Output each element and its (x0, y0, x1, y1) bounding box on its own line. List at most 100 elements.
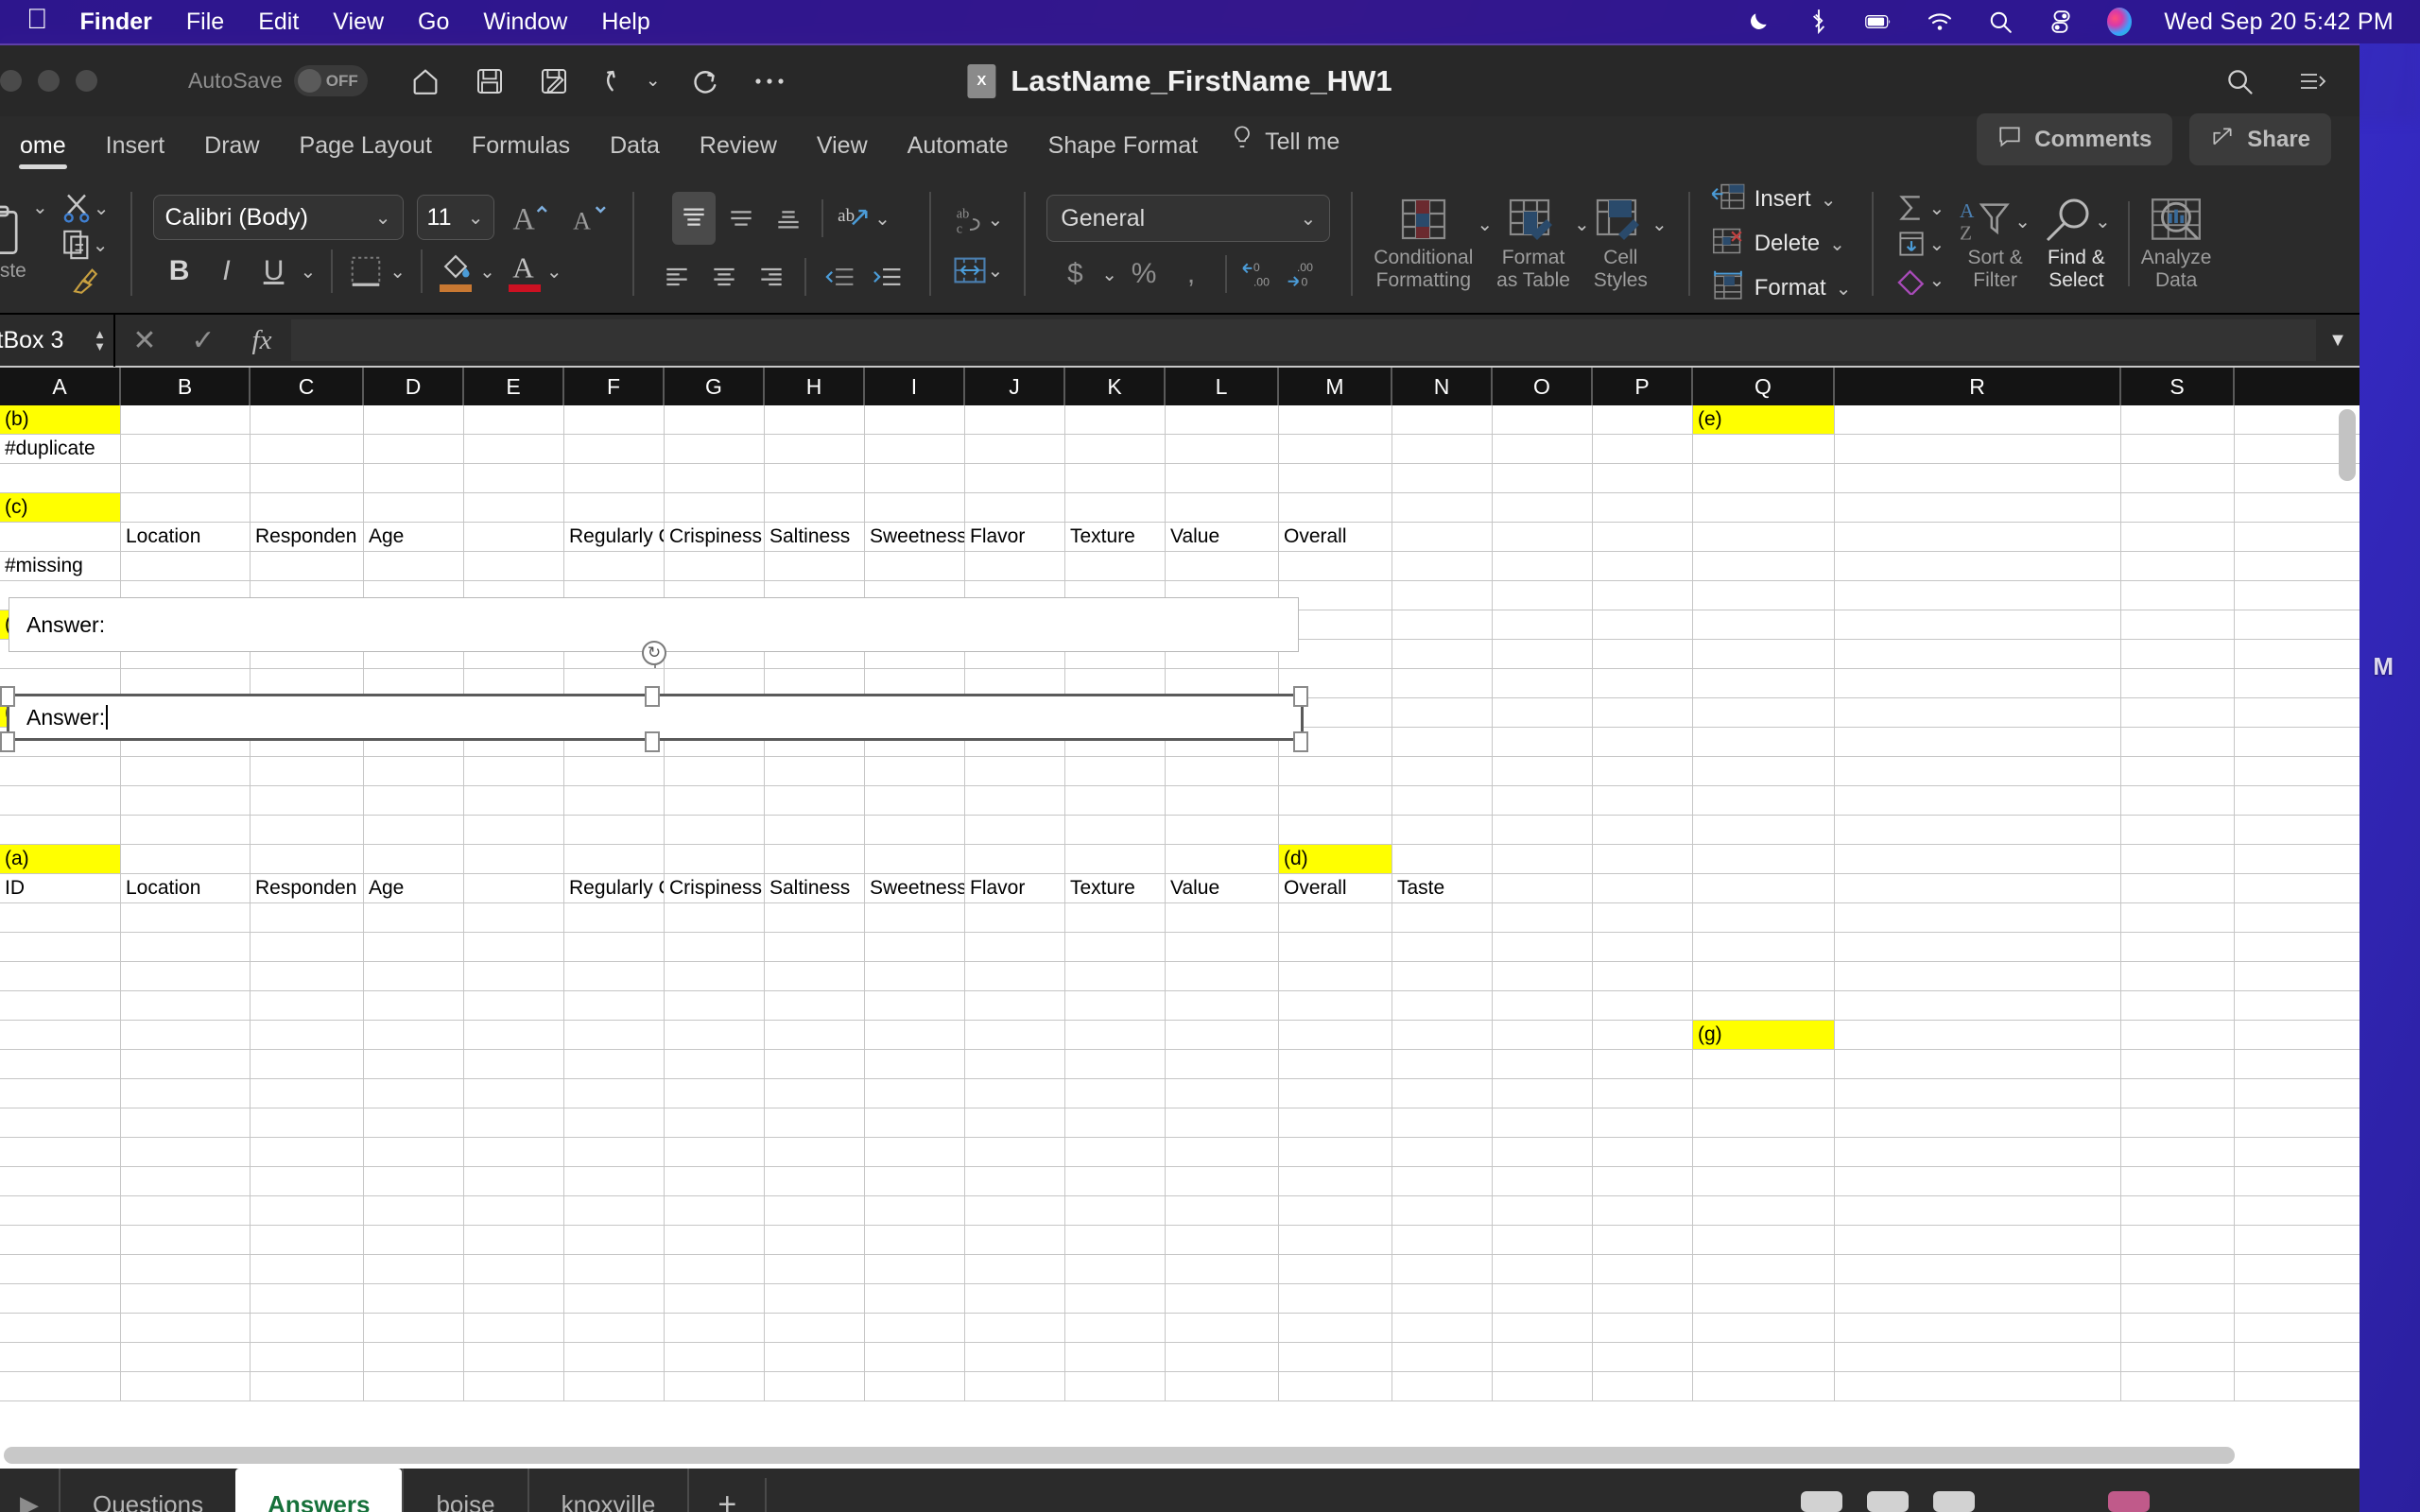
analyze-data-button[interactable]: Analyze Data (2141, 196, 2212, 291)
cell-Q23[interactable] (1693, 1050, 1835, 1078)
cell-Q3[interactable] (1693, 464, 1835, 492)
cell-S31[interactable] (2121, 1284, 2235, 1313)
cell-L19[interactable] (1166, 933, 1279, 961)
cell-J17[interactable]: Flavor (965, 874, 1065, 902)
align-center-icon[interactable] (702, 258, 746, 296)
cell-D6[interactable] (364, 552, 464, 580)
cell-S34[interactable] (2121, 1372, 2235, 1400)
cell-D21[interactable] (364, 991, 464, 1020)
cell-H6[interactable] (765, 552, 865, 580)
cell-G1[interactable] (665, 405, 765, 434)
cell-G16[interactable] (665, 845, 765, 873)
cell-S2[interactable] (2121, 435, 2235, 463)
cell-L20[interactable] (1166, 962, 1279, 990)
cell-F17[interactable]: Regularly C (564, 874, 665, 902)
cell-A3[interactable] (0, 464, 121, 492)
cell-L22[interactable] (1166, 1021, 1279, 1049)
dock-icon-1[interactable] (1801, 1491, 1842, 1512)
cell-C5[interactable]: Responden (251, 523, 364, 551)
cell-O19[interactable] (1493, 933, 1593, 961)
cell-M14[interactable] (1279, 786, 1392, 815)
control-center-icon[interactable] (2047, 8, 2075, 36)
cell-D31[interactable] (364, 1284, 464, 1313)
cell-G22[interactable] (665, 1021, 765, 1049)
cell-P6[interactable] (1593, 552, 1693, 580)
decrease-decimal-icon[interactable]: 0.00 (1240, 258, 1278, 290)
cell-E17[interactable] (464, 874, 564, 902)
cell-P11[interactable] (1593, 698, 1693, 727)
cell-B4[interactable] (121, 493, 251, 522)
column-header-h[interactable]: H (765, 368, 865, 405)
cell-J30[interactable] (965, 1255, 1065, 1283)
cell-F18[interactable] (564, 903, 665, 932)
conditional-formatting-button[interactable]: Conditional Formatting (1374, 196, 1473, 291)
cell-O28[interactable] (1493, 1196, 1593, 1225)
cell-P30[interactable] (1593, 1255, 1693, 1283)
cell-I26[interactable] (865, 1138, 965, 1166)
cell-E20[interactable] (464, 962, 564, 990)
cell-H16[interactable] (765, 845, 865, 873)
cell-N7[interactable] (1392, 581, 1493, 610)
cell-Q29[interactable] (1693, 1226, 1835, 1254)
cell-S27[interactable] (2121, 1167, 2235, 1195)
column-header-n[interactable]: N (1392, 368, 1493, 405)
cell-K5[interactable]: Texture (1065, 523, 1166, 551)
cell-H27[interactable] (765, 1167, 865, 1195)
merge-cells-icon[interactable] (952, 254, 988, 286)
cell-A28[interactable] (0, 1196, 121, 1225)
expand-formula-bar-icon[interactable]: ▼ (2316, 329, 2360, 352)
cell-O30[interactable] (1493, 1255, 1593, 1283)
cell-N17[interactable]: Taste (1392, 874, 1493, 902)
cell-A22[interactable] (0, 1021, 121, 1049)
resize-handle-bottom-center[interactable] (645, 731, 660, 752)
cell-B27[interactable] (121, 1167, 251, 1195)
cell-E14[interactable] (464, 786, 564, 815)
cell-P27[interactable] (1593, 1167, 1693, 1195)
conditional-formatting-chevron-down-icon[interactable]: ⌄ (1477, 213, 1493, 236)
cell-K21[interactable] (1065, 991, 1166, 1020)
wrap-text-chevron-down-icon[interactable]: ⌄ (988, 208, 1004, 232)
cell-F22[interactable] (564, 1021, 665, 1049)
cell-D20[interactable] (364, 962, 464, 990)
cell-N1[interactable] (1392, 405, 1493, 434)
column-header-q[interactable]: Q (1693, 368, 1835, 405)
cell-B22[interactable] (121, 1021, 251, 1049)
percent-icon[interactable]: % (1123, 258, 1165, 290)
insert-cells-button[interactable]: Insert ⌄ (1711, 181, 1837, 218)
cell-J18[interactable] (965, 903, 1065, 932)
bold-button[interactable]: B (159, 255, 200, 287)
cell-H21[interactable] (765, 991, 865, 1020)
cell-E22[interactable] (464, 1021, 564, 1049)
cell-L30[interactable] (1166, 1255, 1279, 1283)
cell-K26[interactable] (1065, 1138, 1166, 1166)
cell-E25[interactable] (464, 1108, 564, 1137)
cell-R7[interactable] (1835, 581, 2121, 610)
align-top-icon[interactable] (672, 192, 717, 245)
cell-R14[interactable] (1835, 786, 2121, 815)
cell-S32[interactable] (2121, 1314, 2235, 1342)
cell-M23[interactable] (1279, 1050, 1392, 1078)
cell-B26[interactable] (121, 1138, 251, 1166)
cell-S21[interactable] (2121, 991, 2235, 1020)
cell-J22[interactable] (965, 1021, 1065, 1049)
column-header-m[interactable]: M (1279, 368, 1392, 405)
cell-M33[interactable] (1279, 1343, 1392, 1371)
cell-C21[interactable] (251, 991, 364, 1020)
cell-S10[interactable] (2121, 669, 2235, 697)
cell-Q32[interactable] (1693, 1314, 1835, 1342)
cell-F14[interactable] (564, 786, 665, 815)
cell-O13[interactable] (1493, 757, 1593, 785)
comma-style-icon[interactable]: , (1170, 258, 1212, 290)
cell-B33[interactable] (121, 1343, 251, 1371)
cell-M15[interactable] (1279, 816, 1392, 844)
name-box-spinner[interactable]: ▲ ▼ (94, 328, 106, 352)
cell-E21[interactable] (464, 991, 564, 1020)
cell-B17[interactable]: Location (121, 874, 251, 902)
cell-D27[interactable] (364, 1167, 464, 1195)
undo-chevron-down-icon[interactable]: ⌄ (646, 70, 661, 92)
cell-O3[interactable] (1493, 464, 1593, 492)
menubar-item-finder[interactable]: Finder (80, 9, 152, 36)
cell-D14[interactable] (364, 786, 464, 815)
cell-O33[interactable] (1493, 1343, 1593, 1371)
cell-I17[interactable]: Sweetness (865, 874, 965, 902)
